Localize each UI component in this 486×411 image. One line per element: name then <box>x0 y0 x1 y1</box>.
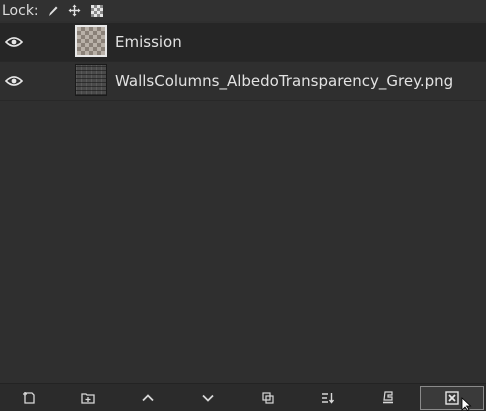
new-layer-icon[interactable] <box>18 388 40 408</box>
mouse-cursor-icon <box>461 397 472 411</box>
lower-layer-icon[interactable] <box>197 388 219 408</box>
delete-layer-icon <box>445 391 459 405</box>
layers-panel: Lock: Emission WallsColumns_AlbedoTransp… <box>0 0 486 411</box>
anchor-layer-icon[interactable] <box>377 388 399 408</box>
layers-toolbar <box>0 383 486 411</box>
layer-thumbnail[interactable] <box>75 64 107 96</box>
layer-name[interactable]: WallsColumns_AlbedoTransparency_Grey.png <box>115 72 453 90</box>
layer-name[interactable]: Emission <box>115 33 182 51</box>
raise-layer-icon[interactable] <box>137 388 159 408</box>
new-layer-group-icon[interactable] <box>77 388 99 408</box>
lock-label: Lock: <box>2 2 39 19</box>
layer-list: Emission WallsColumns_AlbedoTransparency… <box>0 23 486 101</box>
duplicate-layer-icon[interactable] <box>257 388 279 408</box>
layer-thumbnail[interactable] <box>75 25 107 57</box>
layer-row-emission[interactable]: Emission <box>0 23 486 62</box>
eye-icon[interactable] <box>5 36 23 48</box>
merge-down-icon[interactable] <box>317 388 339 408</box>
brush-icon[interactable] <box>45 3 61 19</box>
lock-bar: Lock: <box>0 0 486 21</box>
move-icon[interactable] <box>67 3 83 19</box>
eye-icon[interactable] <box>5 75 23 87</box>
checkerboard-icon[interactable] <box>89 3 105 19</box>
layer-row-walls[interactable]: WallsColumns_AlbedoTransparency_Grey.png <box>0 62 486 101</box>
